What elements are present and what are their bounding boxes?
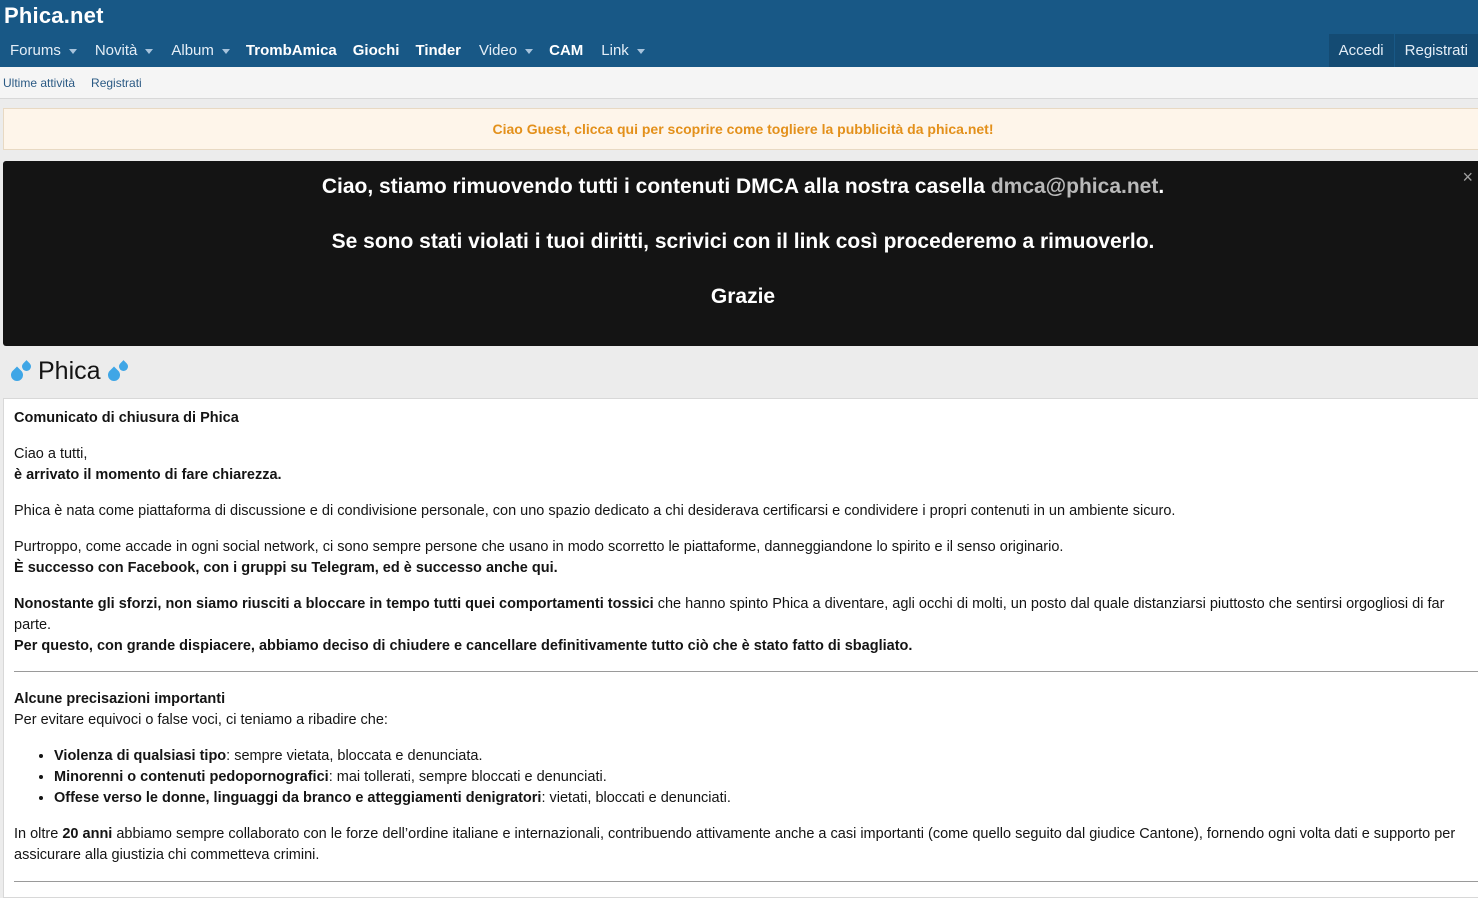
post-paragraph-4-rest: abbiamo sempre collaborato con le forze … — [14, 826, 1456, 863]
divider — [14, 671, 1478, 672]
chevron-down-icon[interactable] — [221, 49, 230, 54]
chevron-down-icon[interactable] — [68, 49, 77, 54]
nav-label: Album — [171, 42, 214, 59]
list-item-text: : sempre vietata, bloccata e denunciata. — [226, 748, 483, 764]
nav-video[interactable]: Video — [469, 34, 541, 67]
list-item-text: : vietati, bloccati e denunciati. — [541, 790, 731, 806]
sweat-droplets-icon — [105, 359, 131, 385]
ad-removal-notice[interactable]: Ciao Guest, clicca qui per scoprire come… — [3, 108, 1478, 150]
site-header: Phica.net Forums Novità Album TrombAmica… — [0, 0, 1478, 67]
nav-label: Forums — [10, 42, 61, 59]
post-greeting: Ciao a tutti, — [14, 446, 88, 462]
post-paragraph-2: Purtroppo, come accade in ogni social ne… — [14, 539, 1064, 555]
list-item-bold: Minorenni o contenuti pedopornografici — [54, 769, 329, 785]
nav-link[interactable]: Link — [591, 34, 653, 67]
sweat-droplets-icon — [8, 359, 34, 385]
dmca-line-1-text: Ciao, stiamo rimuovendo tutti i contenut… — [321, 175, 991, 198]
chevron-down-icon[interactable] — [145, 49, 154, 54]
dmca-email-link[interactable]: dmca@phica.net — [991, 175, 1159, 198]
list-item: Violenza di qualsiasi tipo: sempre vieta… — [54, 746, 1470, 767]
account-nav: Accedi Registrati — [1328, 34, 1478, 67]
subnav-recent-activity[interactable]: Ultime attività — [3, 76, 75, 90]
dmca-line-1: Ciao, stiamo rimuovendo tutti i contenut… — [3, 175, 1478, 199]
post-heading: Comunicato di chiusura di Phica — [14, 410, 239, 426]
nav-label: Link — [601, 42, 629, 59]
nav-label: Giochi — [352, 42, 400, 59]
subnav-register[interactable]: Registrati — [91, 76, 142, 90]
list-item: Minorenni o contenuti pedopornografici: … — [54, 767, 1470, 788]
list-item-bold: Offese verso le donne, linguaggi da bran… — [54, 790, 542, 806]
nav-album[interactable]: Album — [161, 34, 238, 67]
page-title-text: Phica — [38, 357, 101, 385]
chevron-down-icon[interactable] — [525, 49, 534, 54]
post-paragraph-3-bold-2: Per questo, con grande dispiacere, abbia… — [14, 638, 913, 654]
dmca-line-1-end: . — [1158, 175, 1165, 198]
section-title: Alcune precisazioni importanti — [14, 691, 226, 707]
nav-trombamica[interactable]: TrombAmica — [238, 34, 345, 67]
login-button[interactable]: Accedi — [1328, 34, 1394, 67]
post-body-2: Alcune precisazioni importanti Per evita… — [14, 689, 1470, 866]
main-nav: Forums Novità Album TrombAmica Giochi Ti… — [0, 34, 653, 67]
dmca-line-2: Se sono stati violati i tuoi diritti, sc… — [331, 230, 1155, 253]
dmca-line-3: Grazie — [710, 285, 776, 308]
list-item-text: : mai tollerati, sempre bloccati e denun… — [328, 769, 607, 785]
rules-list: Violenza di qualsiasi tipo: sempre vieta… — [14, 746, 1470, 809]
post-paragraph-3: Nonostante gli sforzi, non siamo riuscit… — [14, 594, 1470, 636]
post-paragraph-2-bold: È successo con Facebook, con i gruppi su… — [14, 560, 558, 576]
announcement-post: Comunicato di chiusura di Phica Ciao a t… — [3, 398, 1478, 898]
post-paragraph-4: In oltre 20 anni abbiamo sempre collabor… — [14, 824, 1470, 866]
nav-label: Novità — [94, 42, 138, 59]
close-icon[interactable]: × — [1462, 167, 1473, 188]
nav-forums[interactable]: Forums — [0, 34, 85, 67]
nav-label: Tinder — [415, 42, 462, 59]
list-item-bold: Violenza di qualsiasi tipo — [54, 748, 227, 764]
nav-label: Video — [479, 42, 518, 59]
site-logo[interactable]: Phica.net — [4, 3, 104, 29]
list-item: Offese verso le donne, linguaggi da bran… — [54, 788, 1470, 809]
section-intro: Per evitare equivoci o false voci, ci te… — [14, 712, 388, 728]
divider — [14, 881, 1478, 882]
nav-giochi[interactable]: Giochi — [345, 34, 408, 67]
sub-nav: Ultime attività Registrati — [0, 67, 1478, 99]
nav-label: CAM — [549, 42, 584, 59]
nav-novita[interactable]: Novità — [85, 34, 162, 67]
nav-label: TrombAmica — [245, 42, 337, 59]
post-paragraph-4-bold: 20 anni — [62, 826, 113, 842]
nav-cam[interactable]: CAM — [541, 34, 591, 67]
chevron-down-icon[interactable] — [636, 49, 645, 54]
post-body: Comunicato di chiusura di Phica Ciao a t… — [14, 408, 1470, 657]
post-paragraph-4-pre: In oltre — [14, 826, 63, 842]
register-button[interactable]: Registrati — [1394, 34, 1478, 67]
nav-tinder[interactable]: Tinder — [407, 34, 469, 67]
post-paragraph-1: Phica è nata come piattaforma di discuss… — [14, 503, 1176, 519]
post-paragraph-3-bold: Nonostante gli sforzi, non siamo riuscit… — [14, 596, 654, 612]
page-title: Phica — [6, 357, 133, 386]
dmca-notice: Ciao, stiamo rimuovendo tutti i contenut… — [3, 161, 1478, 346]
post-greeting-bold: è arrivato il momento di fare chiarezza. — [14, 467, 282, 483]
